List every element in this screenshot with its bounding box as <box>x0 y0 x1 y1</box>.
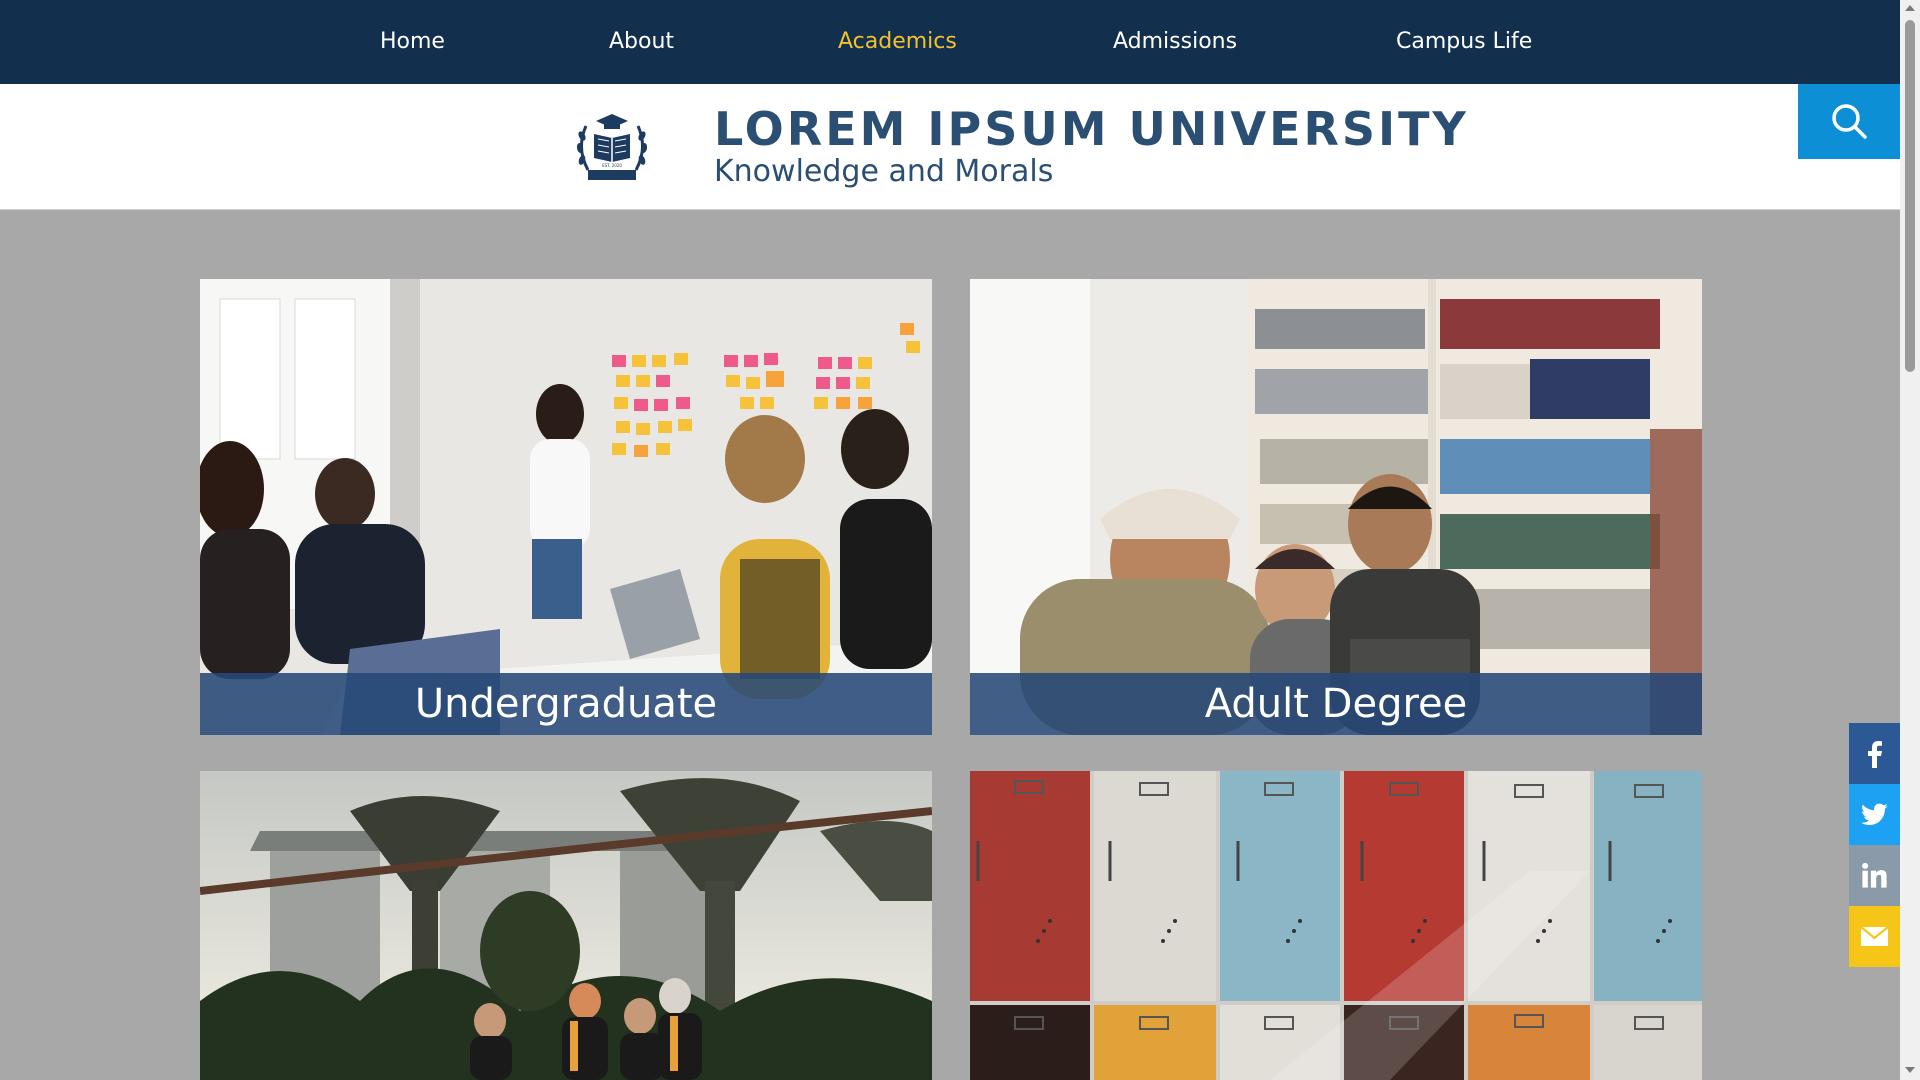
students-library-photo <box>970 279 1702 735</box>
top-navigation: Home About Academics Admissions Campus L… <box>0 0 1900 84</box>
university-name[interactable]: LOREM IPSUM UNIVERSITY <box>714 102 1469 156</box>
scrollbar-thumb[interactable] <box>1905 20 1915 372</box>
nav-about[interactable]: About <box>609 0 674 84</box>
scroll-up-arrow[interactable] <box>1905 5 1915 11</box>
program-card-4[interactable] <box>970 771 1702 1080</box>
university-logo[interactable]: EST. 2020 <box>570 106 654 190</box>
nav-home[interactable]: Home <box>380 0 445 84</box>
twitter-icon <box>1861 803 1888 826</box>
nav-academics[interactable]: Academics <box>838 0 957 84</box>
card-label: Adult Degree <box>970 673 1702 735</box>
program-card-undergraduate[interactable]: Undergraduate <box>200 279 932 735</box>
email-share-button[interactable] <box>1849 906 1900 967</box>
nav-campus-life[interactable]: Campus Life <box>1396 0 1532 84</box>
university-tagline: Knowledge and Morals <box>714 154 1054 189</box>
scroll-down-arrow[interactable] <box>1905 1067 1915 1073</box>
site-header: EST. 2020 LOREM IPSUM UNIVERSITY Knowled… <box>0 84 1900 210</box>
logo-text: EST. 2020 <box>602 163 622 168</box>
card-label: Undergraduate <box>200 673 932 735</box>
facebook-icon <box>1868 741 1882 768</box>
linkedin-share-button[interactable] <box>1849 845 1900 906</box>
program-card-adult-degree[interactable]: Adult Degree <box>970 279 1702 735</box>
graduates-gardens-photo <box>200 771 932 1080</box>
search-button[interactable] <box>1798 84 1900 159</box>
twitter-share-button[interactable] <box>1849 784 1900 845</box>
students-meeting-photo <box>200 279 932 735</box>
nav-admissions[interactable]: Admissions <box>1113 0 1237 84</box>
page-scrollbar[interactable] <box>1900 0 1920 1080</box>
program-card-3[interactable] <box>200 771 932 1080</box>
colorful-lockers-photo <box>970 771 1702 1080</box>
facebook-share-button[interactable] <box>1849 723 1900 784</box>
linkedin-icon <box>1862 862 1887 888</box>
email-icon <box>1860 926 1889 946</box>
search-icon <box>1832 104 1867 139</box>
